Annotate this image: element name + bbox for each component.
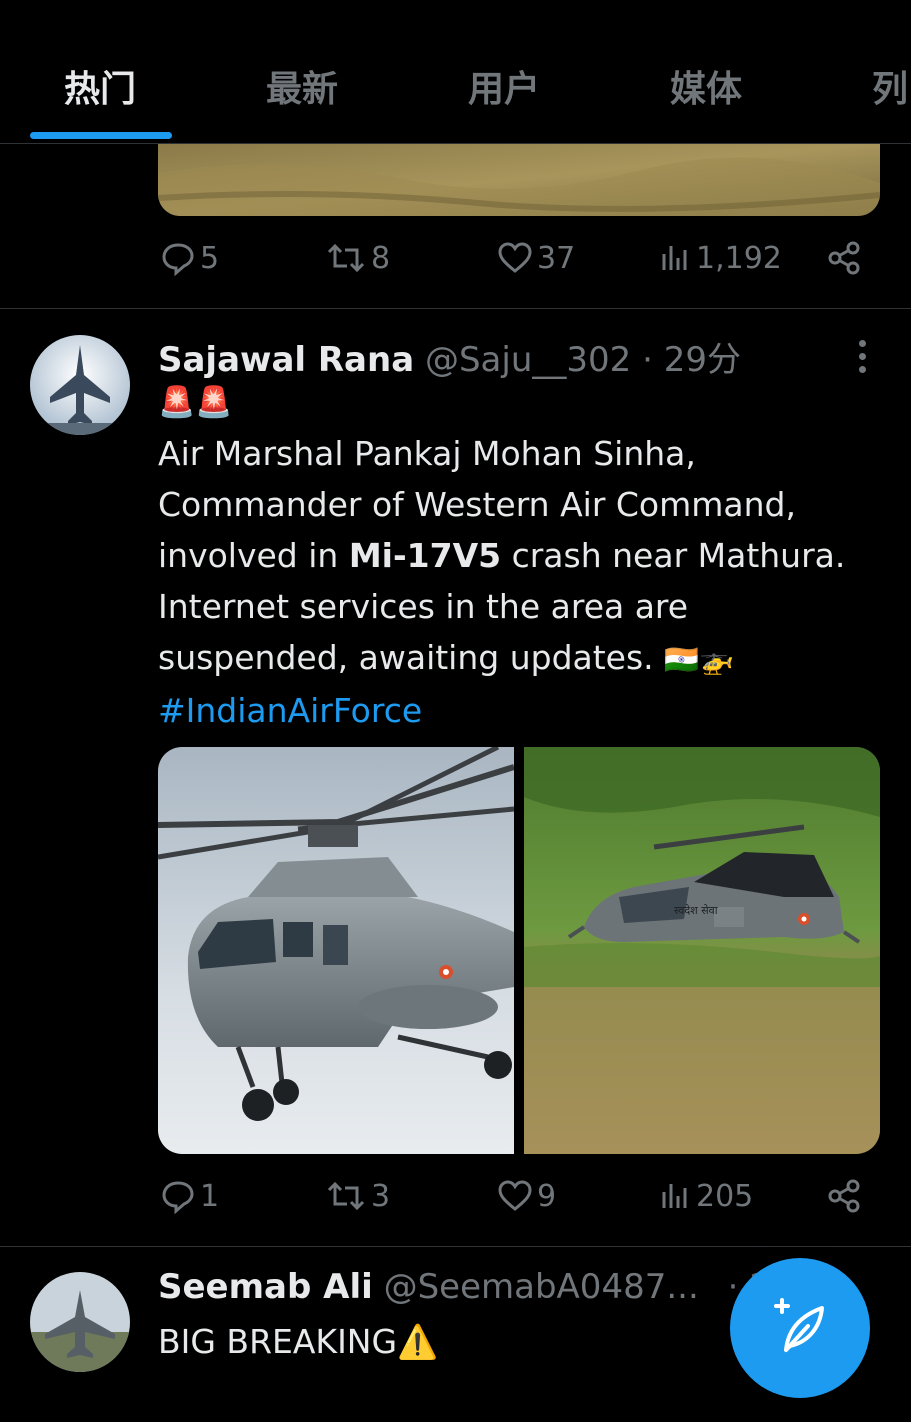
reply-count: 1 bbox=[200, 1178, 220, 1214]
repost-icon bbox=[327, 1181, 365, 1211]
post-media: स्वदेश सेवा bbox=[158, 747, 880, 1154]
fighter-jet-avatar-image bbox=[30, 1272, 130, 1372]
reply-button[interactable]: 5 bbox=[160, 240, 219, 276]
tab-lists[interactable]: 列 bbox=[872, 60, 908, 112]
like-icon bbox=[498, 242, 532, 273]
repost-count: 3 bbox=[371, 1178, 391, 1214]
text-line: suspended, awaiting updates. 🇮🇳🚁 bbox=[158, 632, 878, 685]
views-count: 1,192 bbox=[696, 240, 782, 276]
like-button[interactable]: 37 bbox=[497, 240, 575, 276]
bold-text: Mi-17V5 bbox=[348, 536, 502, 575]
share-icon bbox=[828, 241, 860, 275]
display-name[interactable]: Seemab Ali bbox=[158, 1267, 373, 1307]
reply-count: 5 bbox=[200, 240, 220, 276]
warning-emoji: ⚠️ bbox=[397, 1322, 439, 1361]
repost-count: 8 bbox=[371, 240, 391, 276]
helicopter-flying-image[interactable] bbox=[158, 747, 515, 1154]
compose-icon bbox=[774, 1298, 824, 1352]
like-icon bbox=[498, 1180, 532, 1211]
tab-latest[interactable]: 最新 bbox=[266, 60, 338, 112]
previous-post-image[interactable] bbox=[158, 143, 880, 216]
timeline-tabs: 热门 最新 用户 媒体 列 bbox=[0, 0, 911, 144]
separator-dot: · bbox=[642, 340, 653, 380]
share-button[interactable] bbox=[826, 240, 862, 276]
views-button[interactable]: 1,192 bbox=[660, 240, 782, 276]
tab-media[interactable]: 媒体 bbox=[670, 60, 742, 112]
crashed-helicopter-image[interactable]: स्वदेश सेवा bbox=[524, 747, 880, 1154]
more-icon bbox=[859, 340, 869, 373]
views-icon bbox=[662, 1184, 687, 1208]
text-line: Internet services in the area are bbox=[158, 587, 689, 626]
views-icon bbox=[662, 246, 687, 270]
flag-helicopter-emojis: 🇮🇳🚁 bbox=[664, 643, 734, 676]
text-line: Commander of Western Air Command, bbox=[158, 485, 796, 524]
avatar[interactable] bbox=[30, 1272, 130, 1372]
share-button[interactable] bbox=[826, 1178, 862, 1214]
alert-emojis: 🚨🚨 bbox=[158, 385, 233, 420]
text-segment: involved in bbox=[158, 536, 349, 575]
text-segment: crash near Mathura. bbox=[501, 536, 846, 575]
compose-post-button[interactable] bbox=[730, 1258, 870, 1398]
hashtag-link[interactable]: #IndianAirForce bbox=[158, 685, 878, 736]
text-line: Air Marshal Pankaj Mohan Sinha, bbox=[158, 434, 696, 473]
post-sajawal-rana[interactable]: Sajawal Rana @Saju__302 · 29分 🚨🚨 Air Mar… bbox=[0, 308, 911, 1247]
media-divider bbox=[514, 747, 524, 1154]
like-count: 37 bbox=[537, 240, 576, 276]
post-header: Seemab Ali @SeemabA0487... · 2 bbox=[158, 1267, 771, 1307]
views-button[interactable]: 205 bbox=[660, 1178, 753, 1214]
tab-hot[interactable]: 热门 bbox=[64, 60, 136, 112]
views-count: 205 bbox=[696, 1178, 754, 1214]
display-name[interactable]: Sajawal Rana bbox=[158, 340, 414, 380]
avatar[interactable] bbox=[30, 335, 130, 435]
active-tab-indicator bbox=[30, 132, 172, 139]
repost-button[interactable]: 8 bbox=[325, 240, 390, 276]
like-button[interactable]: 9 bbox=[497, 1178, 556, 1214]
reply-button[interactable]: 1 bbox=[160, 1178, 219, 1214]
text-segment: suspended, awaiting updates. bbox=[158, 638, 665, 677]
previous-post-actions: 5 8 37 1,192 bbox=[0, 240, 911, 290]
reply-icon bbox=[162, 243, 194, 276]
text-line: involved in Mi-17V5 crash near Mathura. bbox=[158, 530, 878, 581]
post-actions: 1 3 9 205 bbox=[0, 1178, 911, 1228]
post-header: Sajawal Rana @Saju__302 · 29分 bbox=[158, 332, 741, 381]
post-time[interactable]: 29分 bbox=[664, 340, 741, 380]
repost-icon bbox=[327, 243, 365, 273]
more-options-button[interactable] bbox=[859, 340, 869, 379]
repost-button[interactable]: 3 bbox=[325, 1178, 390, 1214]
text-segment: BIG BREAKING bbox=[158, 1322, 398, 1361]
tab-users[interactable]: 用户 bbox=[468, 60, 540, 112]
like-count: 9 bbox=[537, 1178, 557, 1214]
user-handle[interactable]: @Saju__302 bbox=[425, 340, 631, 380]
fighter-jet-avatar-image bbox=[30, 335, 130, 435]
fuselage-marking: स्वदेश सेवा bbox=[674, 904, 718, 917]
user-handle[interactable]: @SeemabA0487... bbox=[384, 1267, 699, 1307]
post-text: 🚨🚨 Air Marshal Pankaj Mohan Sinha, Comma… bbox=[158, 377, 878, 736]
previous-post[interactable]: 5 8 37 1,192 bbox=[0, 143, 911, 309]
reply-icon bbox=[162, 1181, 194, 1214]
share-icon bbox=[828, 1179, 860, 1213]
